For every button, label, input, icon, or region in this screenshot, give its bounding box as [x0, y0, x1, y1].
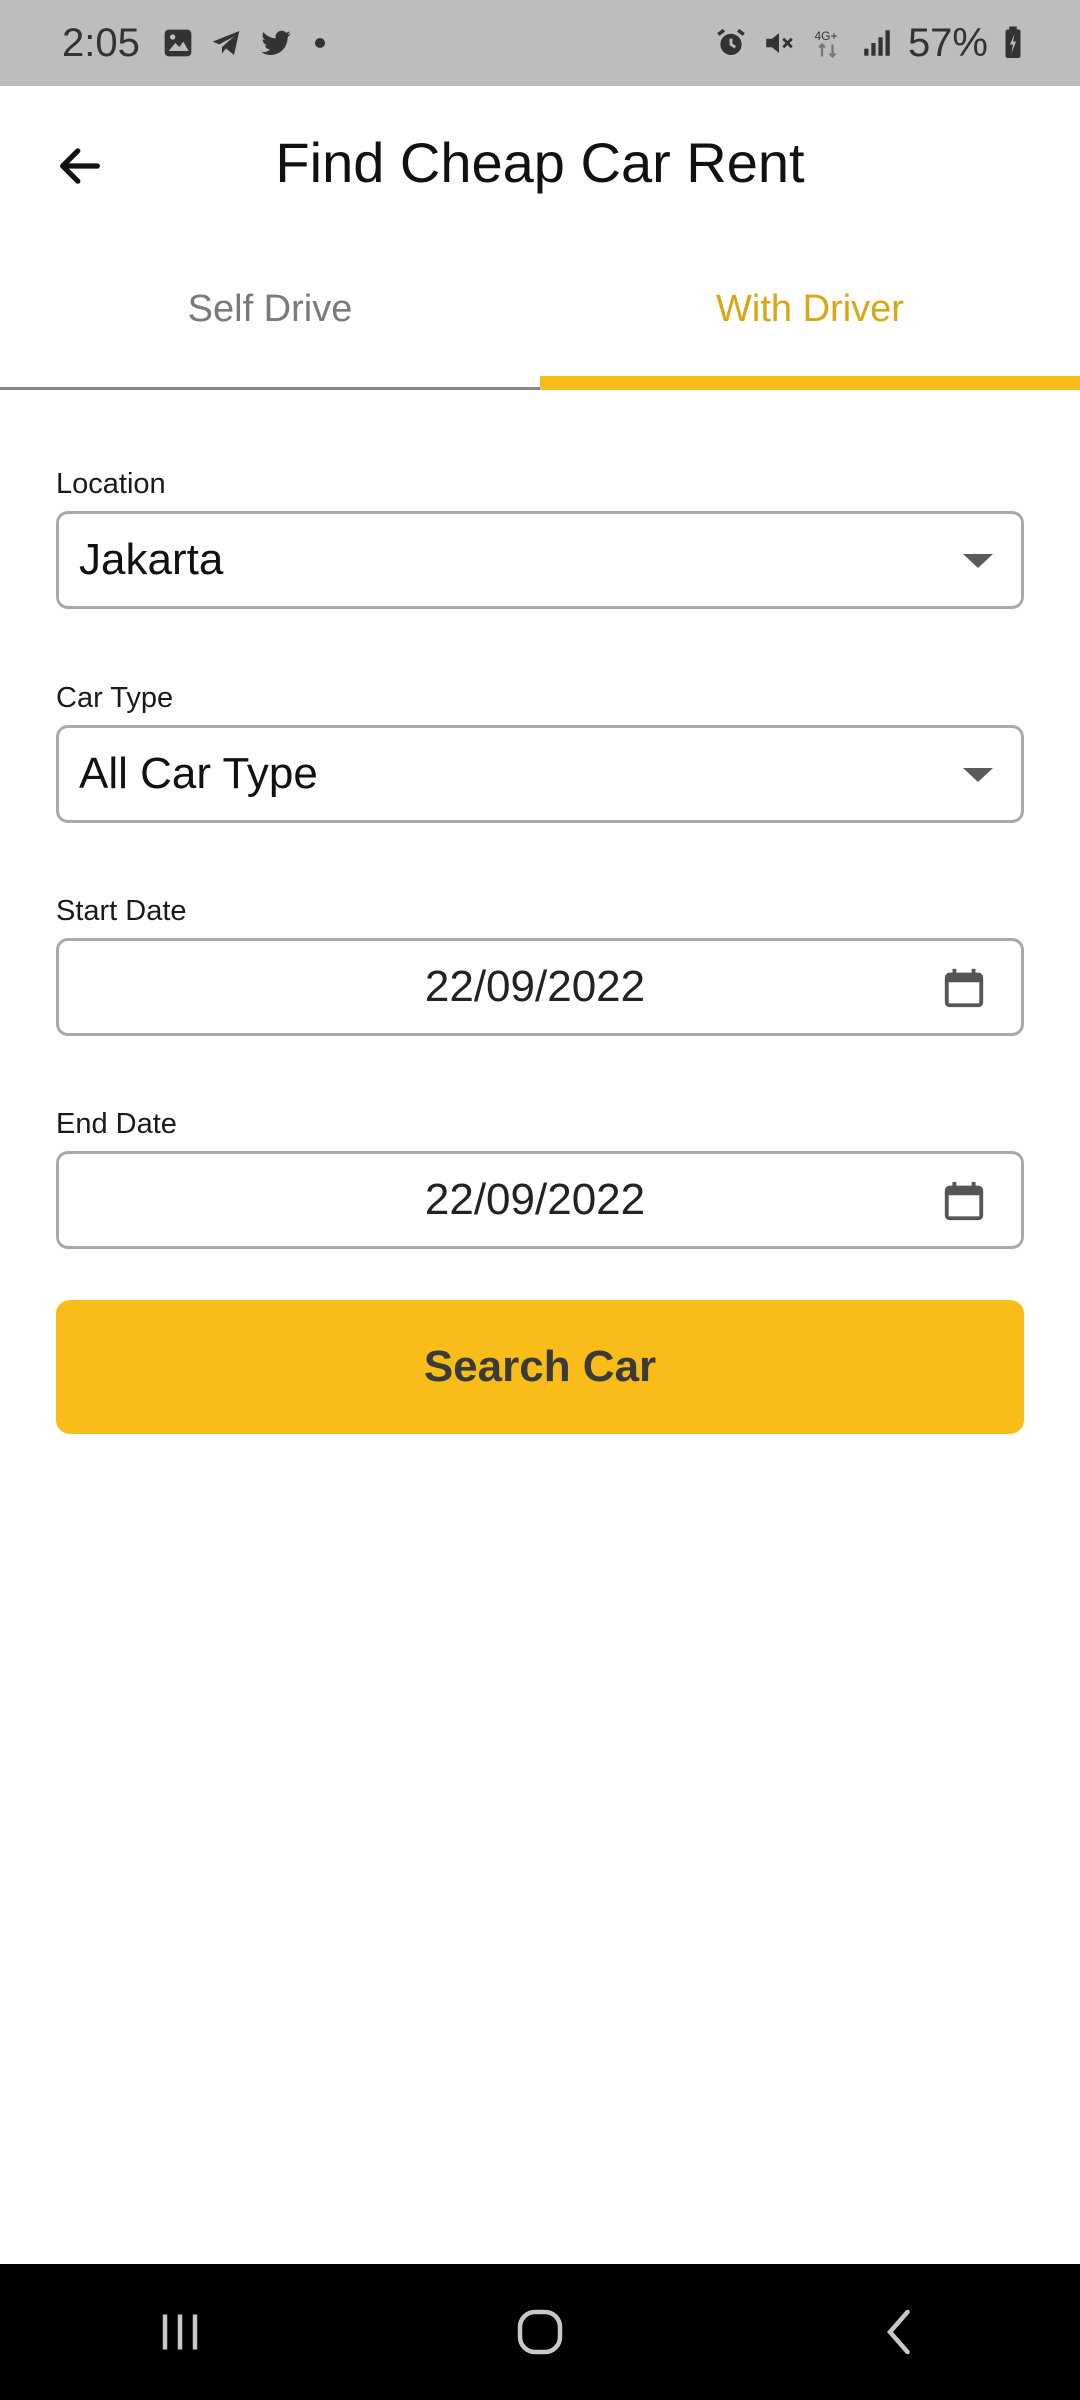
- tab-bar: Self Drive With Driver: [0, 246, 1080, 390]
- gallery-icon: [162, 27, 194, 59]
- tab-with-driver[interactable]: With Driver: [540, 246, 1080, 390]
- dropdown-arrow-icon: [963, 768, 993, 782]
- battery-icon: [1002, 25, 1024, 61]
- screen: 2:05 4G+ 57% Find Cheap Car Rent Self Dr…: [0, 0, 1080, 2400]
- start-date-label: Start Date: [56, 895, 187, 927]
- status-right: 4G+ 57%: [714, 21, 1024, 66]
- end-date-field[interactable]: 22/09/2022: [56, 1151, 1024, 1249]
- svg-text:4G+: 4G+: [814, 29, 837, 43]
- location-value: Jakarta: [79, 535, 224, 584]
- dot-icon: [308, 27, 332, 59]
- tab-indicator: [540, 376, 1080, 390]
- end-date-value: 22/09/2022: [424, 1175, 646, 1224]
- home-icon: [517, 2309, 563, 2355]
- battery-percent: 57%: [907, 20, 988, 65]
- back-nav-icon: [887, 2309, 910, 2355]
- app-bar: Find Cheap Car Rent: [0, 86, 1080, 246]
- twitter-icon: [258, 27, 294, 59]
- telegram-icon: [208, 27, 244, 59]
- status-left: 2:05: [62, 21, 332, 66]
- recents-icon: [162, 2314, 198, 2350]
- car-type-value: All Car Type: [79, 749, 318, 798]
- dropdown-arrow-icon: [963, 554, 993, 568]
- mute-icon: [762, 26, 796, 60]
- network-4g-icon: 4G+: [810, 25, 846, 61]
- tab-self-drive[interactable]: Self Drive: [0, 246, 540, 387]
- end-date-label: End Date: [56, 1108, 177, 1140]
- location-label: Location: [56, 468, 166, 500]
- search-car-button[interactable]: Search Car: [56, 1300, 1024, 1434]
- car-type-label: Car Type: [56, 682, 174, 714]
- status-bar: 2:05 4G+ 57%: [0, 0, 1080, 86]
- tab-label: Self Drive: [187, 288, 353, 330]
- tab-label: With Driver: [716, 288, 904, 330]
- start-date-value: 22/09/2022: [424, 962, 646, 1011]
- calendar-icon[interactable]: [939, 963, 989, 1013]
- calendar-icon[interactable]: [939, 1176, 989, 1226]
- start-date-field[interactable]: 22/09/2022: [56, 938, 1024, 1036]
- car-type-dropdown[interactable]: All Car Type: [56, 725, 1024, 823]
- page-title: Find Cheap Car Rent: [275, 131, 805, 194]
- system-nav-bar: [0, 2264, 1080, 2400]
- recents-button[interactable]: [120, 2282, 240, 2382]
- home-button[interactable]: [480, 2282, 600, 2382]
- back-nav-button[interactable]: [840, 2282, 960, 2382]
- search-car-label: Search Car: [423, 1342, 657, 1391]
- status-time: 2:05: [62, 20, 140, 65]
- alarm-icon: [714, 26, 748, 60]
- location-dropdown[interactable]: Jakarta: [56, 511, 1024, 609]
- signal-icon: [860, 26, 894, 60]
